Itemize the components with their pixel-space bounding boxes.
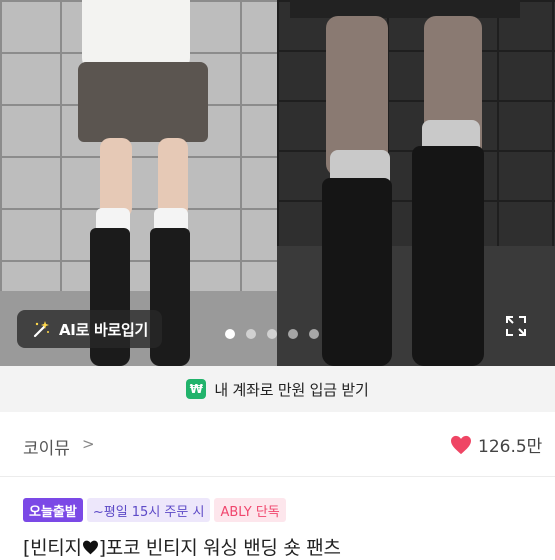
carousel-indicator [225, 329, 319, 339]
chevron-right-icon[interactable]: > [82, 435, 95, 453]
tag-order-deadline: ~평일 15시 주문 시 [86, 498, 211, 522]
ai-try-on-button[interactable]: AI로 바로입기 [17, 310, 162, 348]
product-title-suffix: ]포코 빈티지 워싱 밴딩 숏 팬츠 [98, 537, 341, 559]
divider [0, 476, 555, 477]
heart-icon [451, 435, 471, 454]
carousel-dot[interactable] [288, 329, 298, 339]
product-image-carousel[interactable]: AI로 바로입기 [0, 0, 555, 366]
tag-today-shipping: 오늘출발 [23, 498, 83, 522]
carousel-dot[interactable] [267, 329, 277, 339]
carousel-dot[interactable] [309, 329, 319, 339]
won-icon: ₩ [186, 379, 207, 399]
magic-wand-icon [33, 321, 49, 338]
product-title-prefix: [빈티지 [23, 537, 82, 559]
account-deposit-text: 내 계좌로 만원 입금 받기 [214, 380, 369, 399]
carousel-dot[interactable] [246, 329, 256, 339]
carousel-dot[interactable] [225, 329, 235, 339]
like-count: 126.5만 [478, 437, 543, 457]
fullscreen-expand-icon[interactable] [505, 315, 527, 337]
ai-try-on-label: AI로 바로입기 [59, 320, 149, 339]
black-heart-icon [82, 540, 98, 555]
shop-info-row: 코이뮤 > 126.5만 [0, 412, 555, 476]
tag-ably-exclusive: ABLY 단독 [214, 498, 286, 522]
like-button[interactable]: 126.5만 [450, 432, 542, 457]
product-title: [빈티지 ]포코 빈티지 워싱 밴딩 숏 팬츠 [23, 533, 341, 560]
shop-name-link[interactable]: 코이뮤 [23, 434, 70, 459]
account-deposit-banner[interactable]: ₩ 내 계좌로 만원 입금 받기 [0, 366, 555, 412]
product-tags: 오늘출발 ~평일 15시 주문 시 ABLY 단독 [23, 498, 286, 522]
